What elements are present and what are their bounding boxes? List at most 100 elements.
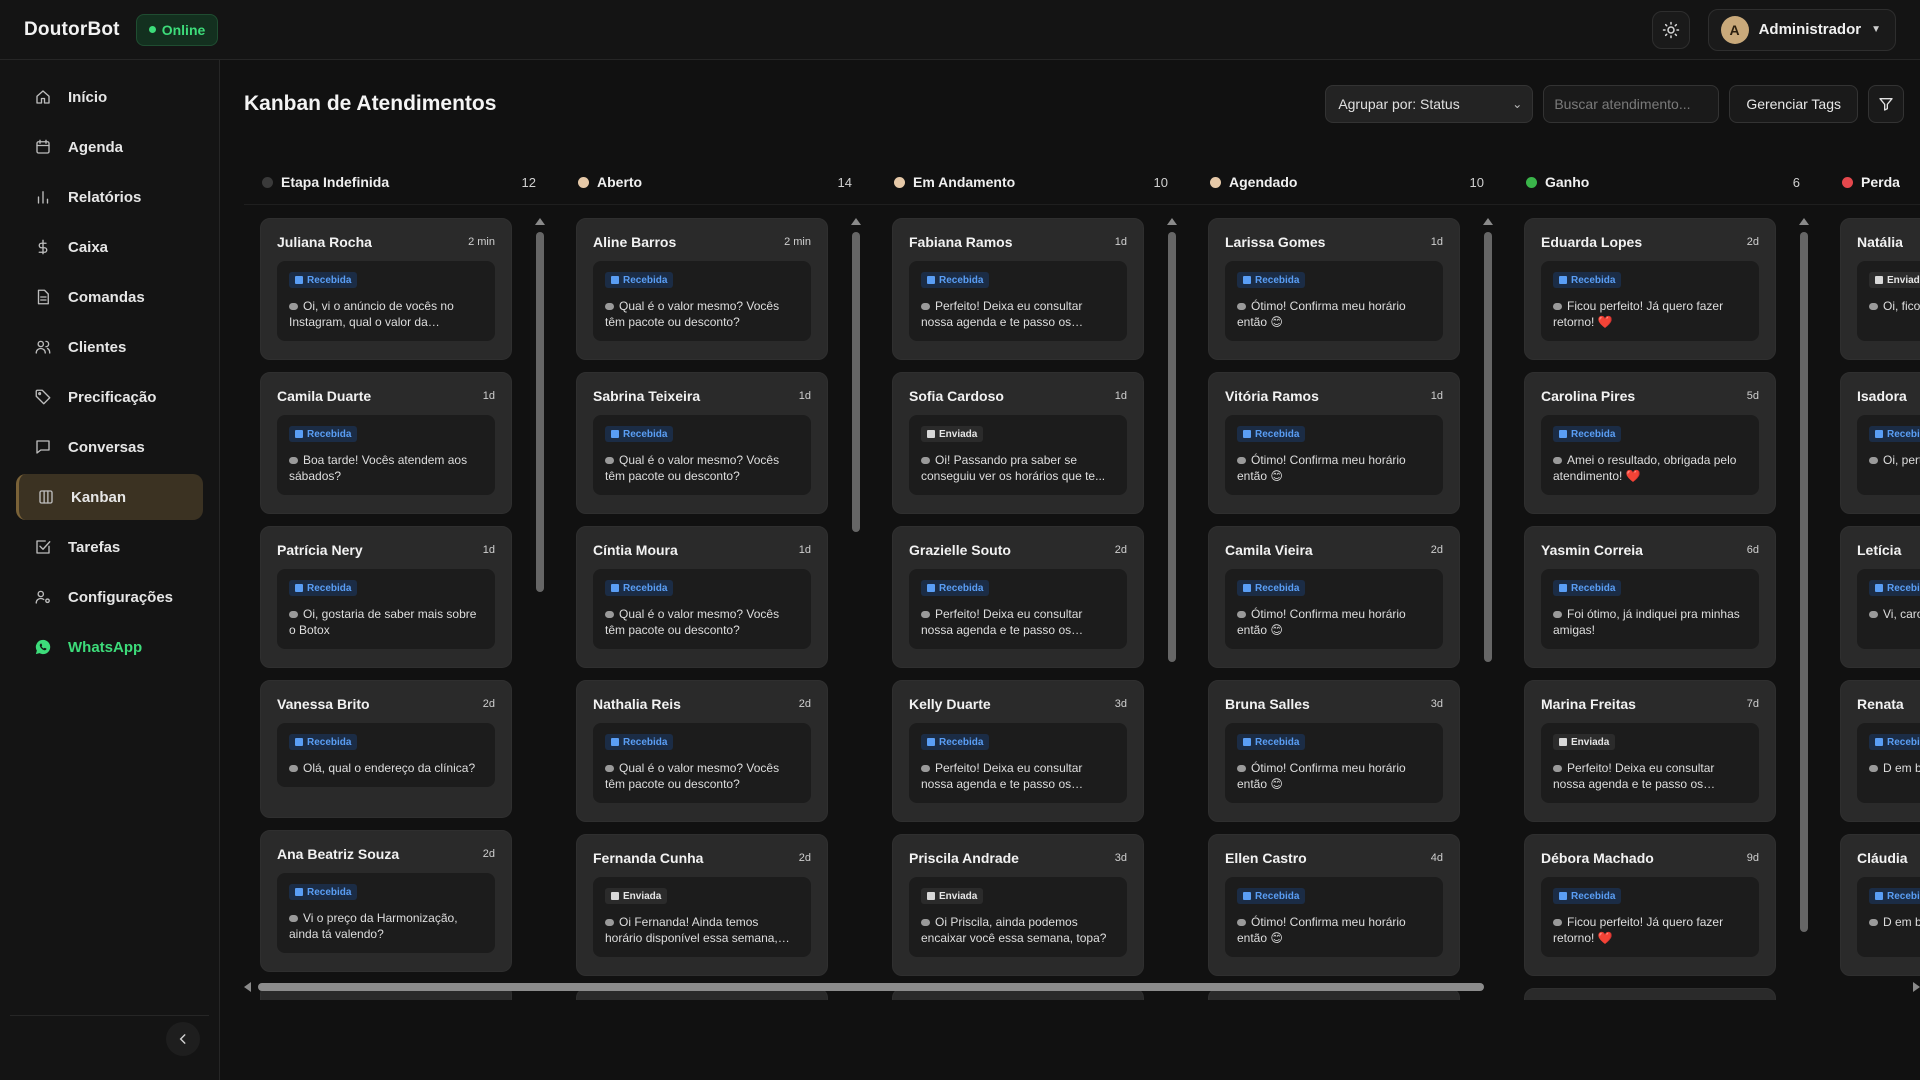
sidebar-item-configuracoes[interactable]: Configurações — [16, 574, 203, 620]
lead-card[interactable]: Larissa Gomes 1d Recebida Ótimo! Confirma m… — [1208, 218, 1460, 360]
lead-name: Marina Freitas — [1541, 695, 1636, 712]
lead-card[interactable]: Nathalia Reis 2d Recebida Qual é o valor me… — [576, 680, 828, 822]
lead-card[interactable]: Isadora Recebida Oi, perto... — [1840, 372, 1920, 514]
scrollbar-thumb[interactable] — [258, 983, 1484, 991]
scroll-up-arrow-icon[interactable] — [1167, 218, 1177, 225]
column-scrollbar[interactable] — [534, 218, 546, 1020]
card-header: Nathalia Reis 2d — [577, 681, 827, 712]
scrollbar-thumb[interactable] — [1168, 232, 1176, 662]
message-preview: Vi o preço da Harmonização, ainda tá val… — [289, 910, 483, 942]
lead-card[interactable]: Fabiana Ramos 1d Recebida Perfeito! Deixa e… — [892, 218, 1144, 360]
speech-bubble-icon — [921, 765, 930, 772]
lead-card[interactable]: Sofia Cardoso 1d Enviada Oi! Passando pra s… — [892, 372, 1144, 514]
lead-card[interactable]: Marina Freitas 7d Enviada Perfeito! Deixa e… — [1524, 680, 1776, 822]
lead-name: Ana Beatriz Souza — [277, 845, 400, 862]
lead-card[interactable]: Camila Vieira 2d Recebida Ótimo! Confirma m… — [1208, 526, 1460, 668]
lead-card[interactable]: Juliana Rocha 2 min Recebida Oi, vi o anúnc… — [260, 218, 512, 360]
scrollbar-thumb[interactable] — [852, 232, 860, 532]
user-menu-button[interactable]: A Administrador ▼ — [1707, 8, 1896, 51]
scroll-up-arrow-icon[interactable] — [1483, 218, 1493, 225]
lead-card[interactable]: Grazielle Souto 2d Recebida Perfeito! Deixa… — [892, 526, 1144, 668]
scroll-up-arrow-icon[interactable] — [1799, 218, 1809, 225]
lead-card[interactable]: Cíntia Moura 1d Recebida Qual é o valor mes… — [576, 526, 828, 668]
message-text: Ótimo! Confirma meu horário então 😊 — [1237, 607, 1406, 637]
lead-card[interactable]: Kelly Duarte 3d Recebida Perfeito! Deixa eu… — [892, 680, 1144, 822]
column-scrollbar[interactable] — [1482, 218, 1494, 1020]
card-timestamp: 2d — [1114, 543, 1127, 556]
inbox-icon — [1243, 738, 1251, 746]
sidebar-item-inicio[interactable]: Início — [16, 74, 203, 120]
card-timestamp: 2d — [482, 847, 495, 860]
scrollbar-thumb[interactable] — [536, 232, 544, 592]
lead-card[interactable]: Débora Machado 9d Recebida Ficou perfeito! … — [1524, 834, 1776, 976]
speech-bubble-icon — [1237, 611, 1246, 618]
message-preview: Ficou perfeito! Já quero fazer retorno! … — [1553, 298, 1747, 330]
lead-card[interactable]: Vanessa Brito 2d Recebida Olá, qual o ender… — [260, 680, 512, 818]
lead-card[interactable]: Eduarda Lopes 2d Recebida Ficou perfeito! J… — [1524, 218, 1776, 360]
message-direction-badge: Recebida — [1237, 734, 1306, 750]
message-direction-badge: Recebida — [921, 580, 990, 596]
chat-icon — [34, 438, 52, 456]
lead-name: Natália — [1857, 233, 1903, 250]
group-by-select[interactable]: Agrupar por: Status ⌄ — [1325, 85, 1534, 123]
sidebar-item-tarefas[interactable]: Tarefas — [16, 524, 203, 570]
scroll-left-arrow-icon[interactable] — [244, 982, 251, 992]
message-preview: Ótimo! Confirma meu horário então 😊 — [1237, 298, 1431, 330]
lead-card[interactable]: Ellen Castro 4d Recebida Ótimo! Confirma me… — [1208, 834, 1460, 976]
scroll-right-arrow-icon[interactable] — [1913, 982, 1920, 992]
collapse-sidebar-button[interactable] — [166, 1022, 200, 1056]
sidebar-item-caixa[interactable]: Caixa — [16, 224, 203, 270]
brand-logo[interactable]: DoutorBot — [24, 19, 120, 41]
badge-label: Recebida — [623, 274, 668, 286]
filter-button[interactable] — [1868, 85, 1904, 123]
lead-card[interactable]: Carolina Pires 5d Recebida Amei o resultado… — [1524, 372, 1776, 514]
sidebar-item-comandas[interactable]: Comandas — [16, 274, 203, 320]
sidebar-item-kanban[interactable]: Kanban — [16, 474, 203, 520]
column-scrollbar[interactable] — [1166, 218, 1178, 1020]
lead-card[interactable]: Natália Enviada Oi, ficou interessada... — [1840, 218, 1920, 360]
lead-card[interactable]: Fernanda Cunha 2d Enviada Oi Fernanda! Aind… — [576, 834, 828, 976]
sidebar-item-agenda[interactable]: Agenda — [16, 124, 203, 170]
column-scrollbar[interactable] — [1798, 218, 1810, 1020]
scroll-up-arrow-icon[interactable] — [535, 218, 545, 225]
theme-toggle-button[interactable] — [1651, 10, 1690, 49]
scroll-up-arrow-icon[interactable] — [851, 218, 861, 225]
last-message-box: Recebida Perfeito! Deixa eu consultar nos… — [909, 569, 1127, 649]
card-timestamp: 1d — [1430, 389, 1443, 402]
message-text: Ficou perfeito! Já quero fazer retorno! … — [1553, 299, 1724, 329]
scrollbar-thumb[interactable] — [1484, 232, 1492, 662]
column-scrollbar[interactable] — [850, 218, 862, 1020]
lead-card[interactable]: Vitória Ramos 1d Recebida Ótimo! Confirma m… — [1208, 372, 1460, 514]
card-header: Carolina Pires 5d — [1525, 373, 1775, 404]
inbox-icon — [611, 584, 619, 592]
sidebar-item-precificacao[interactable]: Precificação — [16, 374, 203, 420]
search-input[interactable] — [1543, 85, 1720, 123]
lead-card[interactable]: Ana Beatriz Souza 2d Recebida Vi o preço da… — [260, 830, 512, 972]
badge-label: Recebida — [1887, 890, 1920, 902]
lead-card[interactable]: Cláudia Recebida D em b... — [1840, 834, 1920, 976]
card-header: Juliana Rocha 2 min — [261, 219, 511, 250]
sidebar-item-relatorios[interactable]: Relatórios — [16, 174, 203, 220]
lead-card[interactable]: Sabrina Teixeira 1d Recebida Qual é o valor… — [576, 372, 828, 514]
sidebar-item-clientes[interactable]: Clientes — [16, 324, 203, 370]
sidebar-item-whatsapp[interactable]: WhatsApp — [16, 624, 203, 670]
lead-card[interactable]: Aline Barros 2 min Recebida Qual é o valor … — [576, 218, 828, 360]
card-timestamp: 2d — [798, 697, 811, 710]
scrollbar-thumb[interactable] — [1800, 232, 1808, 932]
manage-tags-button[interactable]: Gerenciar Tags — [1729, 85, 1858, 123]
message-direction-badge: Enviada — [921, 888, 984, 904]
message-preview: Ótimo! Confirma meu horário então 😊 — [1237, 606, 1431, 638]
lead-card[interactable]: Camila Duarte 1d Recebida Boa tarde! Vocês … — [260, 372, 512, 514]
column-header: Aberto 14 — [560, 160, 852, 204]
card-list: Eduarda Lopes 2d Recebida Ficou perfeito! J… — [1508, 218, 1804, 1000]
sidebar-item-conversas[interactable]: Conversas — [16, 424, 203, 470]
lead-card[interactable]: Yasmin Correia 6d Recebida Foi ótimo, já in… — [1524, 526, 1776, 668]
lead-card[interactable]: Bruna Salles 3d Recebida Ótimo! Confirma me… — [1208, 680, 1460, 822]
lead-card[interactable]: Priscila Andrade 3d Enviada Oi Priscila, ai… — [892, 834, 1144, 976]
lead-card[interactable]: Renata Recebida D em b... — [1840, 680, 1920, 822]
lead-name: Camila Duarte — [277, 387, 372, 404]
card-timestamp: 1d — [798, 543, 811, 556]
horizontal-scrollbar[interactable] — [244, 981, 1920, 993]
lead-card[interactable]: Letícia Recebida Vi, caro... — [1840, 526, 1920, 668]
lead-card[interactable]: Patrícia Nery 1d Recebida Oi, gostaria de s… — [260, 526, 512, 668]
